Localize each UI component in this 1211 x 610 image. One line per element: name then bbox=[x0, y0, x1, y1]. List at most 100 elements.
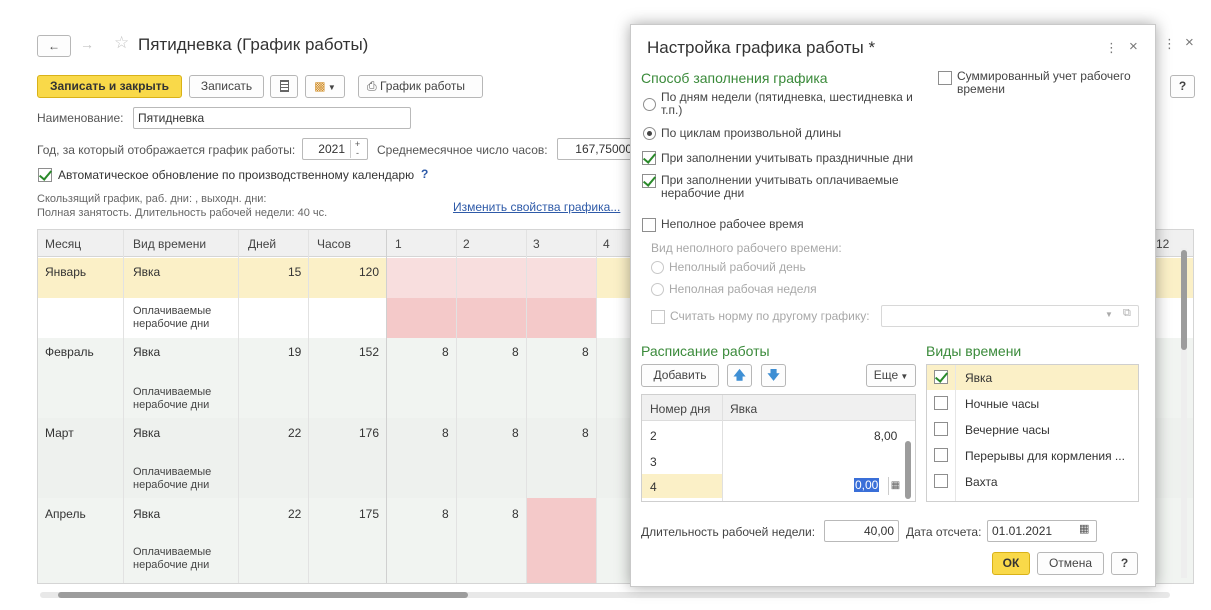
year-stepper[interactable]: + - bbox=[350, 140, 364, 158]
add-button[interactable]: Добавить bbox=[641, 364, 719, 387]
avg-hours-input[interactable]: 167,75000 bbox=[557, 138, 637, 160]
schedule-table[interactable]: Номер дня Явка 2 8,00 3 4 0,00 ▦ bbox=[641, 394, 916, 502]
more-button[interactable]: Еще ▼ bbox=[866, 364, 916, 387]
radio-partweek[interactable] bbox=[651, 283, 664, 296]
cell-day-2[interactable]: 8 bbox=[512, 345, 519, 359]
horizontal-scroll-thumb[interactable] bbox=[58, 592, 468, 598]
col-day-3[interactable]: 3 bbox=[533, 237, 540, 251]
cell-days[interactable]: 19 bbox=[288, 345, 301, 359]
time-kind-checkbox[interactable] bbox=[934, 422, 948, 436]
cell-kind[interactable]: Явка bbox=[133, 426, 160, 440]
col-divider bbox=[722, 395, 723, 501]
time-kind-checkbox[interactable] bbox=[934, 448, 948, 462]
grid-line bbox=[526, 230, 527, 583]
time-kind-label: Явка bbox=[965, 371, 993, 385]
radio-partweek-label: Неполная рабочая неделя bbox=[669, 282, 817, 296]
paid-nonwork-checkbox[interactable] bbox=[642, 174, 656, 188]
holidays-checkbox[interactable] bbox=[642, 151, 656, 165]
col-days[interactable]: Дней bbox=[248, 237, 276, 251]
back-button[interactable]: ← bbox=[37, 35, 71, 57]
ok-button[interactable]: ОК bbox=[992, 552, 1030, 575]
time-kind-checkbox[interactable] bbox=[934, 396, 948, 410]
schedule-value[interactable]: 8,00 bbox=[874, 429, 897, 443]
cell-month[interactable]: Апрель bbox=[45, 507, 86, 521]
move-down-button[interactable]: 🡇 bbox=[761, 364, 786, 387]
grid-scroll-thumb[interactable] bbox=[1181, 250, 1187, 350]
time-kind-checkbox[interactable] bbox=[934, 474, 948, 488]
cell-day-2[interactable]: 8 bbox=[512, 507, 519, 521]
radio-partday[interactable] bbox=[651, 261, 664, 274]
col-day-12[interactable]: 12 bbox=[1156, 237, 1169, 251]
col-kind[interactable]: Вид времени bbox=[133, 237, 206, 251]
cell-kind[interactable]: Оплачиваемые нерабочие дни bbox=[133, 466, 233, 492]
schedule-day[interactable]: 3 bbox=[650, 455, 657, 469]
cell-day-2[interactable]: 8 bbox=[512, 426, 519, 440]
cell-month[interactable]: Март bbox=[45, 426, 74, 440]
other-schedule-checkbox[interactable] bbox=[651, 310, 665, 324]
radio-weekdays[interactable] bbox=[643, 98, 656, 111]
other-schedule-input[interactable] bbox=[881, 305, 1139, 327]
schedule-print-button[interactable]: ⎙ График работы bbox=[358, 75, 483, 98]
col-day-1[interactable]: 1 bbox=[395, 237, 402, 251]
name-input[interactable]: Пятидневка bbox=[133, 107, 411, 129]
auto-update-help-icon[interactable]: ? bbox=[421, 167, 428, 181]
favorite-star-icon[interactable]: ☆ bbox=[114, 33, 129, 53]
cell-kind[interactable]: Явка bbox=[133, 265, 160, 279]
dialog-close-icon[interactable]: × bbox=[1129, 38, 1138, 55]
forward-button[interactable]: → bbox=[80, 36, 94, 52]
save-and-close-button[interactable]: Записать и закрыть bbox=[37, 75, 182, 98]
save-button[interactable]: Записать bbox=[189, 75, 264, 98]
col-day-4[interactable]: 4 bbox=[603, 237, 610, 251]
col-month[interactable]: Месяц bbox=[45, 237, 81, 251]
col-day-number[interactable]: Номер дня bbox=[650, 402, 710, 416]
report-button[interactable] bbox=[270, 75, 298, 98]
radio-weekdays-label: По дням недели (пятидневка, шестидневка … bbox=[661, 90, 913, 117]
auto-update-checkbox[interactable] bbox=[38, 168, 52, 182]
cell-day-3[interactable]: 8 bbox=[582, 345, 589, 359]
week-length-input[interactable]: 40,00 bbox=[824, 520, 899, 542]
dialog-help-button[interactable]: ? bbox=[1111, 552, 1138, 575]
cell-month[interactable]: Январь bbox=[45, 265, 86, 279]
schedule-day[interactable]: 4 bbox=[650, 480, 657, 494]
cell-kind[interactable]: Оплачиваемые нерабочие дни bbox=[133, 546, 233, 572]
cell-hours[interactable]: 152 bbox=[359, 345, 379, 359]
cell-day-1[interactable]: 8 bbox=[442, 507, 449, 521]
calendar-icon[interactable]: ▦ bbox=[1079, 522, 1089, 535]
cell-month[interactable]: Февраль bbox=[45, 345, 94, 359]
cell-days[interactable]: 22 bbox=[288, 507, 301, 521]
change-properties-link[interactable]: Изменить свойства графика... bbox=[453, 200, 620, 214]
parttime-checkbox[interactable] bbox=[642, 218, 656, 232]
time-kind-checkbox[interactable] bbox=[934, 370, 948, 384]
cell-day-1[interactable]: 8 bbox=[442, 426, 449, 440]
cell-day-1[interactable]: 8 bbox=[442, 345, 449, 359]
radio-cycles[interactable] bbox=[643, 127, 656, 140]
col-attendance[interactable]: Явка bbox=[730, 402, 757, 416]
cell-kind[interactable]: Оплачиваемые нерабочие дни bbox=[133, 386, 233, 412]
cell-hours[interactable]: 120 bbox=[359, 265, 379, 279]
cancel-button[interactable]: Отмена bbox=[1037, 552, 1104, 575]
col-hours[interactable]: Часов bbox=[317, 237, 351, 251]
cell-kind[interactable]: Явка bbox=[133, 507, 160, 521]
cell-days[interactable]: 22 bbox=[288, 426, 301, 440]
col-day-2[interactable]: 2 bbox=[463, 237, 470, 251]
cell-hours[interactable]: 175 bbox=[359, 507, 379, 521]
cell-hours[interactable]: 176 bbox=[359, 426, 379, 440]
print-dropdown-button[interactable]: ▩ ▼ bbox=[305, 75, 345, 98]
cell-kind[interactable]: Оплачиваемые нерабочие дни bbox=[133, 305, 233, 331]
dialog-more-icon[interactable]: ⋮ bbox=[1105, 40, 1118, 56]
calculator-icon[interactable]: ▦ bbox=[888, 477, 902, 495]
other-schedule-dropdown-icon[interactable]: ▼ bbox=[1105, 310, 1113, 319]
schedule-day[interactable]: 2 bbox=[650, 429, 657, 443]
more-menu-icon[interactable]: ⋮ bbox=[1163, 36, 1176, 52]
close-window-icon[interactable]: × bbox=[1185, 34, 1194, 51]
cell-days[interactable]: 15 bbox=[288, 265, 301, 279]
cell-kind[interactable]: Явка bbox=[133, 345, 160, 359]
move-up-button[interactable]: 🡅 bbox=[727, 364, 752, 387]
schedule-table-scrollbar[interactable] bbox=[905, 441, 911, 499]
schedule-value-editor[interactable]: 0,00 bbox=[854, 476, 884, 494]
time-kinds-list[interactable]: Явка Ночные часы Вечерние часы Перерывы … bbox=[926, 364, 1139, 502]
cell-day-3[interactable]: 8 bbox=[582, 426, 589, 440]
help-button[interactable]: ? bbox=[1170, 75, 1195, 98]
summed-accounting-checkbox[interactable] bbox=[938, 71, 952, 85]
other-schedule-open-icon[interactable]: ⧉ bbox=[1123, 307, 1131, 320]
